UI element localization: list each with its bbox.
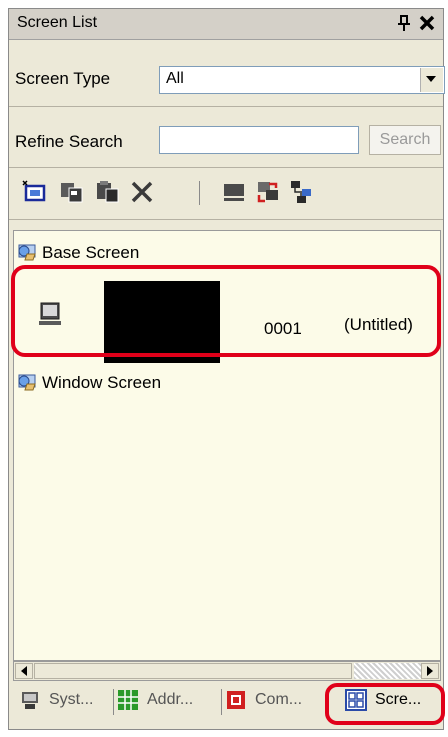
tab-label: Com... (255, 691, 303, 708)
tree-node-base-screen[interactable]: Base Screen (16, 241, 216, 265)
system-icon (22, 692, 38, 709)
paste-screen-icon[interactable] (95, 179, 121, 205)
separator (9, 167, 443, 168)
tree-node-label: Window Screen (42, 373, 162, 392)
scroll-track[interactable] (354, 663, 422, 679)
tab-divider (221, 689, 222, 715)
delete-icon[interactable] (129, 179, 155, 205)
screen-folder-icon (18, 374, 36, 391)
screen-type-value: All (166, 70, 184, 87)
dropdown-button[interactable] (420, 68, 443, 92)
toolbar-divider (199, 181, 200, 205)
tab-label: Syst... (49, 691, 94, 708)
tab-address[interactable]: Addr... (117, 685, 217, 717)
separator (9, 106, 443, 107)
screen-type-select[interactable]: All (159, 66, 445, 94)
tree-node-window-screen[interactable]: Window Screen (16, 371, 236, 395)
panel-title: Screen List (17, 14, 98, 31)
screen-list-panel: Screen List Screen Type All Refine Searc… (8, 8, 445, 731)
chevron-left-icon (21, 666, 27, 676)
close-icon[interactable] (417, 13, 437, 33)
scroll-thumb[interactable] (34, 663, 352, 679)
screen-transfer-icon[interactable] (255, 179, 281, 205)
scroll-left-button[interactable] (15, 663, 33, 679)
refine-search-input[interactable] (159, 126, 359, 154)
common-icon (227, 691, 245, 709)
tab-system[interactable]: Syst... (19, 685, 109, 717)
new-screen-icon[interactable] (21, 179, 47, 205)
tab-highlight (325, 683, 445, 725)
screen-toolbar (21, 179, 441, 209)
screen-item-highlight (11, 265, 441, 357)
screen-folder-icon (18, 244, 36, 261)
pin-icon[interactable] (395, 13, 413, 33)
screen-structure-icon[interactable] (289, 179, 315, 205)
panel-titlebar: Screen List (9, 9, 443, 40)
tab-divider (113, 689, 114, 715)
address-icon (118, 690, 138, 710)
scroll-right-button[interactable] (421, 663, 439, 679)
screen-type-row: Screen Type All (9, 56, 445, 94)
screen-type-label: Screen Type (15, 69, 111, 88)
chevron-down-icon (426, 76, 436, 82)
screen-properties-icon[interactable] (221, 179, 247, 205)
panel-tabs: Syst... Addr... Com... Scre... (9, 683, 445, 731)
copy-screen-icon[interactable] (59, 179, 85, 205)
search-button[interactable]: Search (369, 125, 441, 155)
separator (9, 219, 443, 220)
tab-common[interactable]: Com... (225, 685, 325, 717)
tree-node-label: Base Screen (42, 243, 140, 262)
tab-label: Addr... (147, 691, 194, 708)
horizontal-scrollbar[interactable] (13, 661, 441, 681)
refine-search-label: Refine Search (15, 132, 123, 151)
chevron-right-icon (427, 666, 433, 676)
